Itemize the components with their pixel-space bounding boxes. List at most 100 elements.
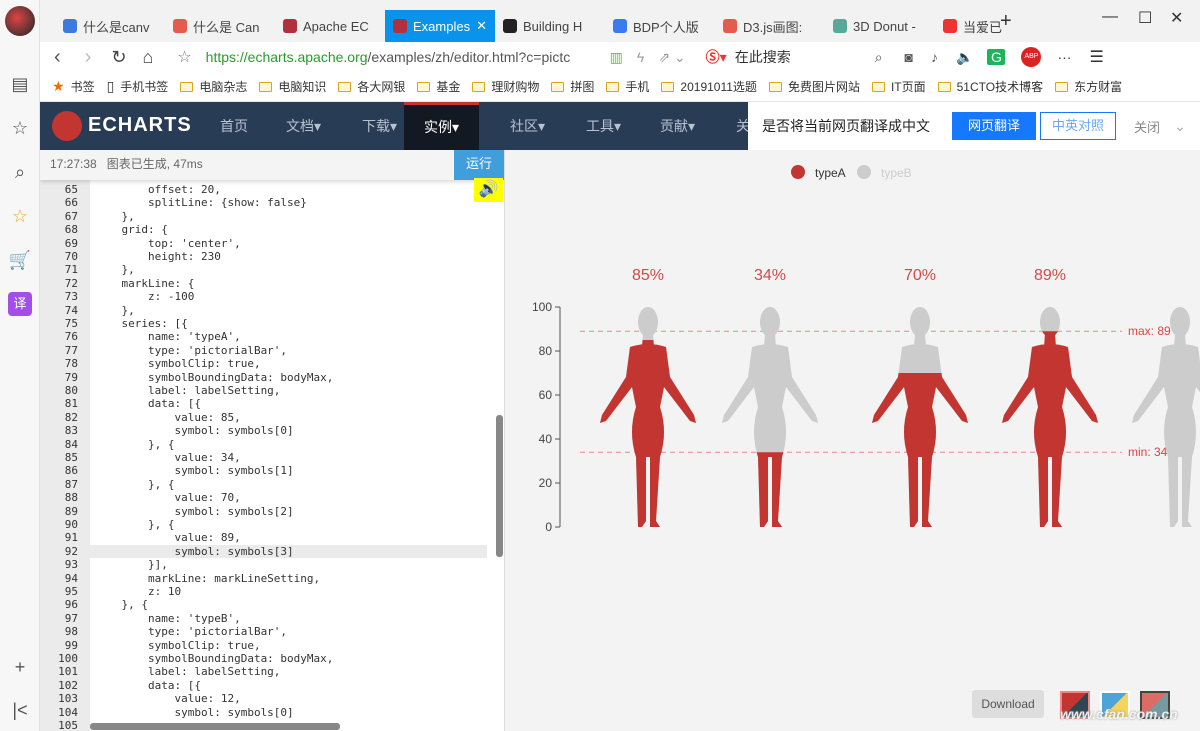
chevron-down-icon[interactable]: ⌄: [1174, 118, 1186, 135]
url-field[interactable]: https://echarts.apache.org/examples/zh/e…: [206, 49, 606, 65]
nav-item[interactable]: 下载▾: [362, 102, 397, 150]
tab[interactable]: 当爱已: [935, 10, 1045, 42]
new-tab-button[interactable]: +: [1000, 10, 1012, 33]
grammarly-icon[interactable]: G: [987, 49, 1006, 65]
star-icon[interactable]: ☆: [8, 116, 32, 140]
search-input[interactable]: 在此搜索: [735, 47, 875, 67]
favorites-icon[interactable]: ☆: [8, 204, 32, 228]
nav-item[interactable]: 文档▾: [286, 102, 321, 150]
tab[interactable]: 3D Donut -: [825, 10, 935, 42]
code-line[interactable]: height: 230: [95, 250, 221, 263]
code-line[interactable]: type: 'pictorialBar',: [95, 625, 287, 638]
bilingual-button[interactable]: 中英对照: [1040, 112, 1116, 140]
translate-icon[interactable]: 译: [8, 292, 32, 316]
code-line[interactable]: top: 'center',: [95, 237, 241, 250]
tab[interactable]: 什么是canv: [55, 10, 165, 42]
echarts-logo-icon[interactable]: [52, 111, 82, 141]
tab[interactable]: Examples ✕: [385, 10, 495, 42]
bookmark-item[interactable]: 理财购物: [472, 78, 539, 95]
code-line[interactable]: }],: [95, 558, 168, 571]
echarts-logo[interactable]: ECHARTS: [88, 114, 192, 137]
forward-icon[interactable]: ›: [85, 46, 92, 69]
nav-item[interactable]: 贡献▾: [660, 102, 695, 150]
reload-icon[interactable]: ↻: [111, 47, 126, 68]
reader-icon[interactable]: ▤: [8, 72, 32, 96]
bookmark-item[interactable]: IT页面: [871, 78, 926, 95]
code-line[interactable]: value: 89,: [95, 531, 240, 544]
nav-item[interactable]: 社区▾: [510, 102, 545, 150]
code-line[interactable]: name: 'typeA',: [95, 330, 241, 343]
avatar[interactable]: [5, 6, 35, 36]
download-button[interactable]: Download: [972, 690, 1044, 718]
code-line[interactable]: symbolClip: true,: [95, 357, 261, 370]
translate-button[interactable]: 网页翻译: [952, 112, 1036, 140]
code-line[interactable]: markLine: {: [95, 277, 194, 290]
code-line[interactable]: markLine: markLineSetting,: [95, 572, 320, 585]
code-line[interactable]: },: [95, 304, 134, 317]
code-line[interactable]: value: 70,: [95, 491, 240, 504]
bookmark-item[interactable]: ▯ 手机书签: [107, 78, 169, 95]
code-line[interactable]: data: [{: [95, 679, 201, 692]
speaker-icon[interactable]: 🔊: [474, 178, 503, 202]
pictorial-bar[interactable]: [600, 307, 696, 527]
horizontal-scrollbar[interactable]: [90, 723, 340, 730]
search-engine-icon[interactable]: Ⓢ▾: [706, 47, 727, 67]
legend-item[interactable]: typeB: [857, 165, 912, 180]
code-line[interactable]: type: 'pictorialBar',: [95, 344, 287, 357]
bookmark-item[interactable]: 20191011选题: [661, 78, 757, 95]
code-line[interactable]: series: [{: [95, 317, 187, 330]
tab[interactable]: Building H: [495, 10, 605, 42]
bookmark-item[interactable]: 51CTO技术博客: [937, 78, 1043, 95]
minimize-button[interactable]: —: [1102, 8, 1118, 26]
bookmark-item[interactable]: 免费图片网站: [768, 78, 860, 95]
code-line[interactable]: value: 85,: [95, 411, 240, 424]
code-line[interactable]: }, {: [95, 478, 175, 491]
more-icon[interactable]: ···: [1057, 49, 1071, 65]
code-line[interactable]: symbol: symbols[0]: [95, 706, 293, 719]
bookmark-item[interactable]: 基金: [417, 78, 460, 95]
code-line[interactable]: symbolBoundingData: bodyMax,: [95, 652, 333, 665]
code-line[interactable]: grid: {: [95, 223, 167, 236]
bookmark-item[interactable]: 东方财富: [1055, 78, 1122, 95]
code-line[interactable]: symbol: symbols[1]: [95, 464, 293, 477]
code-line[interactable]: symbol: symbols[0]: [95, 424, 293, 437]
search-icon[interactable]: ⌕: [8, 160, 32, 184]
speaker-icon[interactable]: 🔈: [956, 49, 973, 66]
code-line[interactable]: value: 34,: [95, 451, 240, 464]
close-tab-icon[interactable]: ✕: [476, 18, 487, 34]
menu-icon[interactable]: ☰: [1089, 47, 1103, 67]
bookmark-item[interactable]: 电脑知识: [259, 78, 326, 95]
code-line[interactable]: z: -100: [95, 290, 194, 303]
nav-item[interactable]: 工具▾: [586, 102, 621, 150]
code-line[interactable]: }, {: [95, 438, 175, 451]
tab[interactable]: 什么是 Can: [165, 10, 275, 42]
maximize-button[interactable]: ☐: [1138, 8, 1152, 28]
flash-icon[interactable]: ϟ: [637, 49, 644, 65]
code-line[interactable]: offset: 20,: [95, 183, 221, 196]
share-icon[interactable]: ⇗ ⌄: [658, 49, 685, 66]
vertical-scrollbar[interactable]: [496, 415, 503, 557]
code-line[interactable]: },: [95, 263, 134, 276]
bookmark-item[interactable]: 拼图: [551, 78, 594, 95]
extension-icon[interactable]: ♪: [931, 49, 938, 65]
bookmark-item[interactable]: 各大网银: [338, 78, 405, 95]
code-editor[interactable]: 17:27:38 图表已生成, 47ms 运行 🔊 65 offset: 20,…: [40, 150, 505, 731]
tab[interactable]: Apache EC: [275, 10, 385, 42]
tab[interactable]: D3.js画图:: [715, 10, 825, 42]
legend-item[interactable]: typeA: [791, 165, 846, 180]
bookmark-star-icon[interactable]: ☆: [177, 47, 191, 67]
code-line[interactable]: data: [{: [95, 397, 201, 410]
back-icon[interactable]: ‹: [54, 46, 61, 69]
adblock-icon[interactable]: ABP: [1021, 47, 1042, 67]
add-icon[interactable]: +: [8, 655, 32, 679]
cart-icon[interactable]: 🛒: [8, 248, 32, 272]
code-line[interactable]: symbol: symbols[2]: [95, 505, 293, 518]
code-line[interactable]: }, {: [95, 598, 148, 611]
pictorial-bar[interactable]: [1002, 307, 1098, 527]
code-line[interactable]: }, {: [95, 518, 175, 531]
code-line[interactable]: label: labelSetting,: [95, 384, 280, 397]
bookmark-item[interactable]: 电脑杂志: [180, 78, 247, 95]
search-icon[interactable]: ⌕: [875, 49, 883, 66]
code-line[interactable]: symbolBoundingData: bodyMax,: [95, 371, 333, 384]
bookmark-item[interactable]: ★ 书签: [52, 78, 95, 95]
